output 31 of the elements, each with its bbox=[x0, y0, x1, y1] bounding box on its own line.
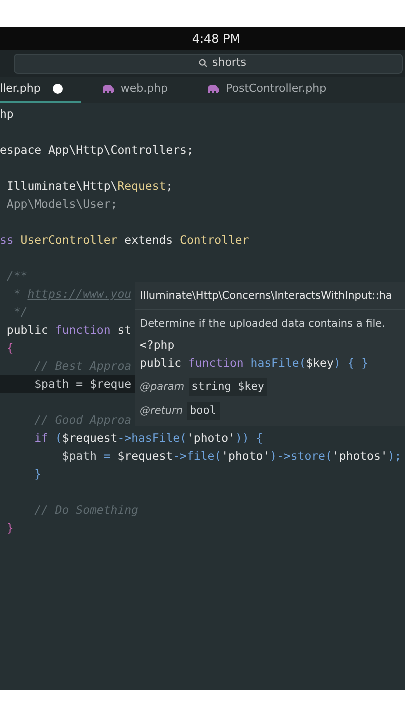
search-field[interactable]: shorts bbox=[14, 54, 403, 74]
doc-tag: @param bbox=[140, 378, 185, 396]
code-line: } bbox=[6, 521, 14, 535]
doc-tag: @return bbox=[140, 402, 184, 420]
code-line: } bbox=[34, 467, 42, 481]
code-line: espace App\Http\Controllers; bbox=[0, 143, 194, 157]
code-line: * https://www.you bbox=[12, 287, 132, 301]
editor-tab[interactable]: web.php bbox=[86, 77, 186, 103]
code-line: ss UserController extends Controller bbox=[0, 233, 250, 247]
code-line: hp bbox=[0, 107, 14, 121]
doc-tag-value: string $key bbox=[188, 378, 268, 396]
search-icon bbox=[198, 59, 208, 68]
popup-description: Determine if the uploaded data contains a file. bbox=[140, 317, 386, 332]
code-line: App\Models\User; bbox=[6, 197, 118, 211]
popup-signature: public function hasFile($key) { } bbox=[140, 355, 370, 372]
code-line: /** bbox=[6, 269, 28, 283]
code-line: $path = $reque bbox=[34, 377, 132, 391]
popup-title: Illuminate\Http\Concerns\InteractsWithInput::ha bbox=[140, 288, 392, 304]
code-line: if ($request->hasFile('photo')) { bbox=[34, 431, 264, 445]
code-line: Illuminate\Http\Request; bbox=[6, 179, 174, 193]
code-line: */ bbox=[12, 305, 28, 319]
code-line: public function st bbox=[6, 323, 132, 337]
doc-tag-value: bool bbox=[187, 402, 220, 420]
code-line: // Do Something bbox=[34, 503, 138, 517]
editor-tab[interactable]: PostController.php bbox=[192, 77, 345, 103]
popup-code-line: <?php bbox=[140, 337, 176, 354]
code-line: { bbox=[6, 341, 14, 355]
code-line: // Best Approa bbox=[34, 359, 132, 373]
code-line: // Good Approa bbox=[34, 413, 132, 427]
clock: 4:48 PM bbox=[192, 30, 241, 48]
code-line: $path = $request->file('photo')->store('photos'); bbox=[61, 449, 402, 463]
